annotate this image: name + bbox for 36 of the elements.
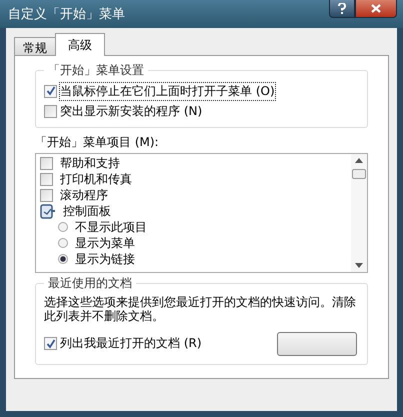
checkbox[interactable] bbox=[44, 84, 57, 98]
scroll-up-icon[interactable] bbox=[355, 158, 363, 163]
list-label: 「开始」菜单项目 (M): bbox=[35, 134, 160, 151]
checkbox[interactable] bbox=[40, 156, 53, 170]
window-title: 自定义「开始」菜单 bbox=[8, 6, 126, 23]
scroll-bar[interactable] bbox=[351, 154, 367, 272]
control-panel-icon bbox=[40, 203, 56, 219]
item-label[interactable]: 不显示此项目 bbox=[75, 218, 147, 236]
close-icon bbox=[371, 4, 381, 13]
checkbox[interactable] bbox=[44, 337, 57, 350]
checkbox[interactable] bbox=[40, 172, 53, 186]
item-label[interactable]: 滚动程序 bbox=[60, 186, 108, 204]
item-label[interactable]: 显示为菜单 bbox=[75, 234, 135, 252]
group-title: 「开始」菜单设置 bbox=[47, 62, 145, 79]
description-text: 选择这些选项来提供到您最近打开的文档的快速访问。清除此列表并不删除文档。 bbox=[44, 296, 357, 324]
checkbox-label[interactable]: 突出显示新安装的程序 (N) bbox=[60, 102, 202, 120]
group-title: 最近使用的文档 bbox=[47, 275, 133, 292]
checkbox[interactable] bbox=[40, 188, 53, 202]
help-icon bbox=[338, 3, 346, 14]
tab[interactable]: 高级 bbox=[55, 33, 105, 56]
push-button[interactable] bbox=[277, 332, 357, 356]
checkbox-label[interactable]: 列出我最近打开的文档 (R) bbox=[60, 335, 202, 352]
item-label[interactable]: 显示为链接 bbox=[75, 250, 135, 268]
radio-button[interactable] bbox=[58, 238, 68, 248]
help-button[interactable] bbox=[329, 0, 355, 18]
item-label[interactable]: 打印机和传真 bbox=[60, 170, 132, 188]
scroll-thumb[interactable] bbox=[352, 169, 366, 179]
checkbox[interactable] bbox=[44, 104, 57, 118]
close-button[interactable] bbox=[355, 0, 397, 18]
item-label: 控制面板 bbox=[63, 202, 111, 220]
radio-button[interactable] bbox=[58, 222, 68, 232]
item-label[interactable]: 帮助和支持 bbox=[60, 154, 120, 172]
scroll-down-icon[interactable] bbox=[355, 263, 363, 268]
checkbox-label[interactable]: 当鼠标停止在它们上面时打开子菜单 (O) bbox=[60, 82, 275, 100]
tab[interactable]: 常规 bbox=[14, 37, 56, 56]
radio-button[interactable] bbox=[58, 254, 68, 264]
